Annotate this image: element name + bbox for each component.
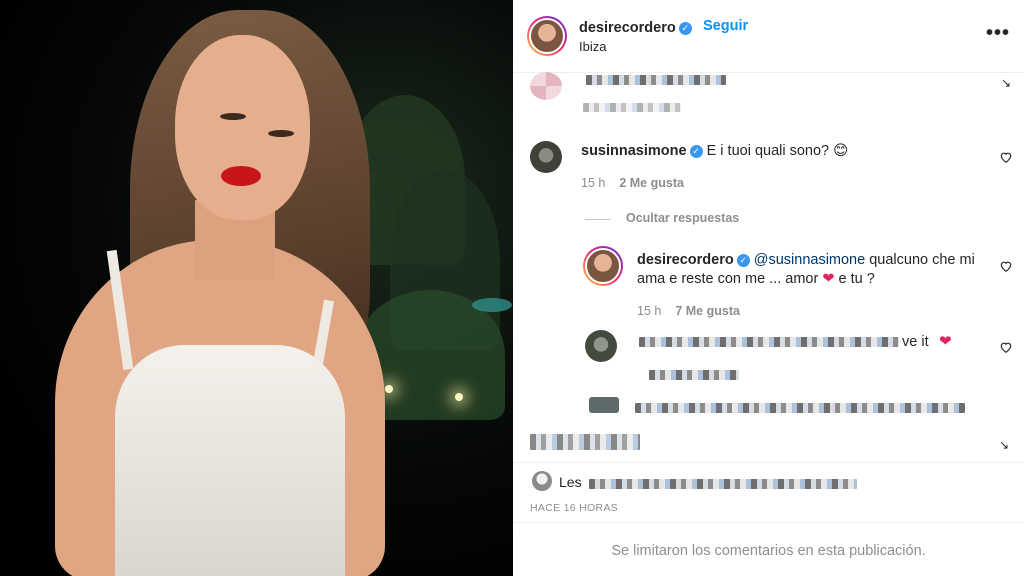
comment-text: E i tuoi quali sono? 😊 [706, 143, 849, 159]
pixelated-comment [639, 337, 899, 347]
comment-time[interactable]: 15 h [637, 304, 661, 318]
commenter-avatar[interactable] [589, 397, 619, 413]
comments-limited-footer: Se limitaron los comentarios en esta pub… [513, 522, 1024, 576]
right-eye [268, 130, 294, 137]
left-eye [220, 113, 246, 120]
like-comment-icon[interactable] [999, 340, 1013, 354]
comment-username[interactable]: desirecordero [637, 252, 734, 268]
comments-panel: desirecordero ✓ Seguir Ibiza ••• ↘ susinn… [513, 0, 1024, 576]
garden-light [385, 385, 393, 393]
reply-comment: desirecordero ✓ @susinnasimone qualcuno c… [637, 251, 982, 289]
pixelated-comment [635, 403, 965, 413]
verified-icon: ✓ [678, 22, 692, 35]
post-timestamp[interactable]: HACE 16 HORAS [530, 502, 618, 514]
author-avatar[interactable] [527, 16, 567, 56]
post-header: desirecordero ✓ Seguir Ibiza ••• [513, 0, 1024, 73]
replies-divider [585, 219, 611, 220]
comment-text-end: e tu ? [834, 271, 875, 287]
mention-link[interactable]: @susinnasimone [754, 252, 865, 268]
liker-avatar[interactable] [532, 471, 552, 491]
scroll-cursor-icon: ↘ [999, 438, 1010, 452]
comment-meta: 15 h 2 Me gusta [581, 176, 684, 190]
pixelated-comment-meta [583, 103, 681, 112]
commenter-avatar[interactable] [530, 72, 562, 100]
lips [221, 166, 261, 186]
comment-likes[interactable]: 7 Me gusta [675, 304, 740, 318]
follow-button[interactable]: Seguir [703, 18, 748, 34]
pixelated-comment [649, 370, 739, 380]
pixelated-comment [586, 75, 726, 85]
post-photo[interactable] [0, 0, 513, 576]
garden-light [455, 393, 463, 401]
commenter-avatar[interactable] [530, 141, 562, 173]
white-dress [115, 345, 345, 576]
face [175, 35, 310, 220]
comments-limited-notice: Se limitaron los comentarios en esta pub… [611, 543, 926, 559]
author-username[interactable]: desirecordero [579, 20, 676, 36]
verified-icon: ✓ [736, 254, 750, 267]
comment-text-fragment: ve it [902, 334, 929, 350]
likes-summary[interactable]: Les [559, 474, 582, 490]
pixelated-likes-text [589, 479, 857, 489]
comment: susinnasimone ✓ E i tuoi quali sono? 😊 [581, 142, 981, 161]
like-comment-icon[interactable] [999, 150, 1013, 164]
comment-likes[interactable]: 2 Me gusta [619, 176, 684, 190]
more-options-icon[interactable]: ••• [986, 22, 1010, 45]
scroll-cursor-icon: ↘ [1001, 76, 1012, 90]
reply-author-avatar[interactable] [583, 246, 623, 286]
post-location[interactable]: Ibiza [579, 39, 606, 54]
hide-replies-button[interactable]: Ocultar respuestas [626, 211, 739, 225]
section-divider [513, 462, 1024, 463]
comment-meta: 15 h 7 Me gusta [637, 304, 740, 318]
pixelated-action-icons [530, 434, 640, 450]
red-heart-emoji: ❤ [822, 271, 835, 287]
pool-light [472, 298, 512, 312]
commenter-avatar[interactable] [585, 330, 617, 362]
verified-icon: ✓ [689, 145, 703, 158]
red-heart-emoji: ❤ [939, 333, 952, 350]
comment-username[interactable]: susinnasimone [581, 143, 687, 159]
like-comment-icon[interactable] [999, 259, 1013, 273]
comment-time[interactable]: 15 h [581, 176, 605, 190]
